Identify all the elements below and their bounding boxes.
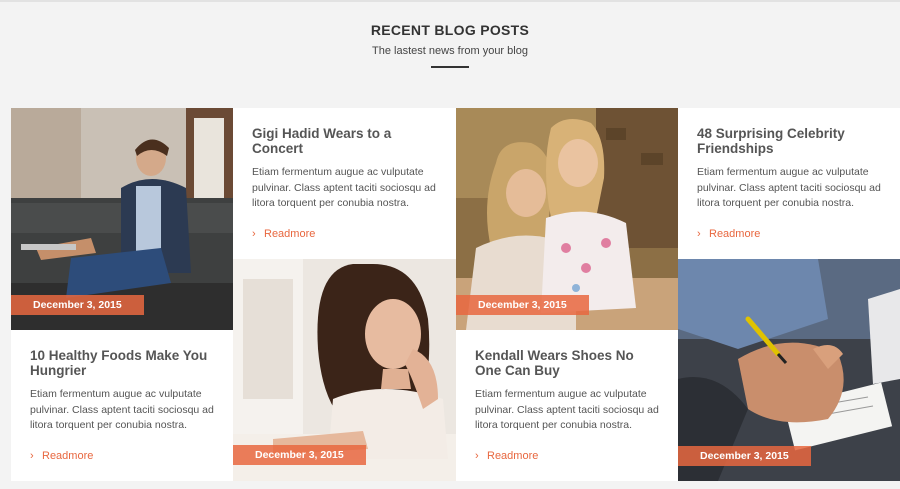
chevron-right-icon: › <box>697 227 701 240</box>
readmore-label: Readmore <box>42 449 94 462</box>
post-image-smiling-woman[interactable]: December 3, 2015 <box>233 259 456 481</box>
blog-posts-grid: December 3, 2015 10 Healthy Foods Make Y… <box>11 108 900 481</box>
post-card-kendall: Kendall Wears Shoes No One Can Buy Etiam… <box>456 330 678 481</box>
post-card-gigi-hadid: Gigi Hadid Wears to a Concert Etiam ferm… <box>233 108 456 259</box>
post-image-man-on-sofa[interactable]: December 3, 2015 <box>11 108 233 330</box>
post-title[interactable]: Gigi Hadid Wears to a Concert <box>252 126 437 156</box>
readmore-link[interactable]: › Readmore <box>697 228 881 240</box>
post-excerpt: Etiam fermentum augue ac vulputate pulvi… <box>475 388 659 431</box>
readmore-link[interactable]: › Readmore <box>252 228 437 240</box>
readmore-label: Readmore <box>487 449 539 462</box>
post-title[interactable]: 48 Surprising Celebrity Friendships <box>697 126 881 156</box>
readmore-link[interactable]: › Readmore <box>475 450 659 462</box>
chevron-right-icon: › <box>475 449 479 462</box>
section-header: RECENT BLOG POSTS The lastest news from … <box>0 22 900 68</box>
title-underline <box>431 66 469 68</box>
chevron-right-icon: › <box>252 227 256 240</box>
post-card-healthy-foods: 10 Healthy Foods Make You Hungrier Etiam… <box>11 330 233 481</box>
date-badge: December 3, 2015 <box>11 295 144 315</box>
readmore-label: Readmore <box>709 227 761 240</box>
date-badge: December 3, 2015 <box>678 446 811 466</box>
section-subtitle: The lastest news from your blog <box>372 45 528 57</box>
readmore-link[interactable]: › Readmore <box>30 450 214 462</box>
top-divider <box>0 0 900 2</box>
readmore-label: Readmore <box>264 227 316 240</box>
date-badge: December 3, 2015 <box>233 445 366 465</box>
chevron-right-icon: › <box>30 449 34 462</box>
post-image-two-girls[interactable]: December 3, 2015 <box>456 108 678 330</box>
post-excerpt: Etiam fermentum augue ac vulputate pulvi… <box>30 388 214 431</box>
post-title[interactable]: Kendall Wears Shoes No One Can Buy <box>475 348 659 378</box>
date-badge: December 3, 2015 <box>456 295 589 315</box>
post-excerpt: Etiam fermentum augue ac vulputate pulvi… <box>252 166 436 209</box>
post-card-celebrity-friendships: 48 Surprising Celebrity Friendships Etia… <box>678 108 900 259</box>
post-image-hand-writing[interactable]: December 3, 2015 <box>678 259 900 481</box>
post-excerpt: Etiam fermentum augue ac vulputate pulvi… <box>697 166 881 209</box>
post-title[interactable]: 10 Healthy Foods Make You Hungrier <box>30 348 214 378</box>
section-title: RECENT BLOG POSTS <box>370 22 530 38</box>
